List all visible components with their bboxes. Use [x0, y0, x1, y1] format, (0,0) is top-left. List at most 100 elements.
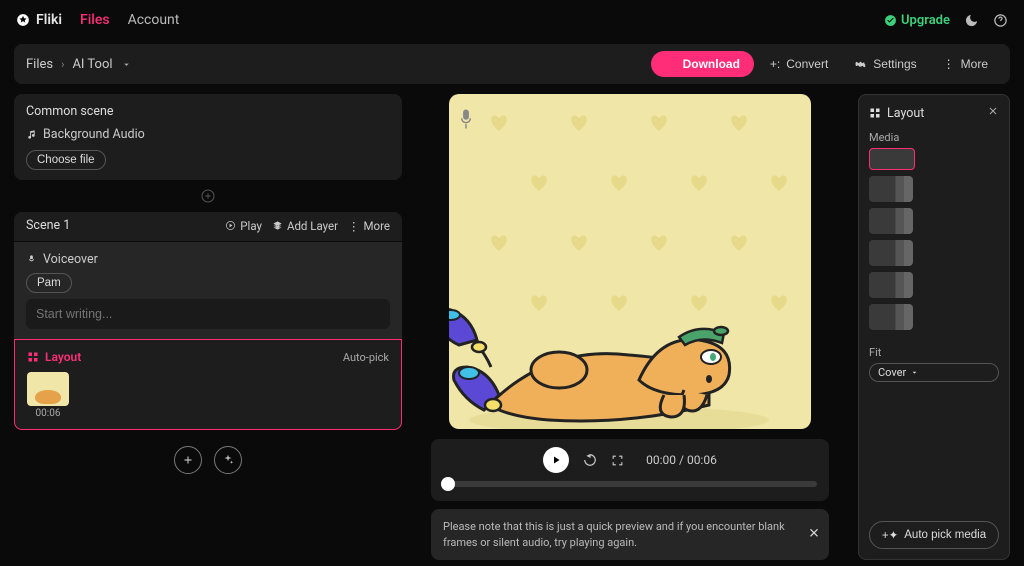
fullscreen-icon: [611, 454, 624, 467]
gear-icon: [854, 58, 867, 71]
auto-pick-media-button[interactable]: +✦ Auto pick media: [869, 521, 999, 549]
settings-button[interactable]: Settings: [844, 51, 926, 77]
preview-notice: Please note that this is just a quick pr…: [431, 509, 829, 560]
convert-label: Convert: [786, 57, 828, 71]
play-button[interactable]: [543, 447, 569, 473]
settings-label: Settings: [873, 57, 916, 71]
restart-button[interactable]: [583, 453, 597, 467]
sparkle-icon: +✦: [882, 528, 898, 542]
timeline-track[interactable]: [443, 481, 817, 487]
thumb-duration: 00:06: [27, 408, 69, 419]
download-icon: [665, 58, 677, 70]
add-layer-button[interactable]: Add Layer: [272, 219, 338, 233]
scene-play-button[interactable]: Play: [225, 219, 262, 233]
media-slot-selected[interactable]: [869, 148, 915, 170]
chevron-down-icon: [910, 368, 919, 377]
convert-button[interactable]: +: Convert: [760, 51, 838, 77]
voiceover-block: Voiceover Pam: [14, 242, 402, 339]
right-column: Layout Media Fit Cover +✦ Auto pick medi…: [858, 94, 1010, 560]
preview-mic-icon: [457, 108, 475, 130]
auto-pick-label: Auto-pick: [343, 351, 389, 364]
scene-more-button[interactable]: ⋮ More: [348, 219, 390, 233]
bg-audio-label: Background Audio: [43, 127, 145, 142]
add-button[interactable]: [174, 446, 202, 474]
layout-panel-close[interactable]: [987, 105, 999, 121]
scene-header: Scene 1 Play Add Layer ⋮ More: [14, 212, 402, 241]
fullscreen-button[interactable]: [611, 454, 624, 467]
layout-panel-title: Layout: [887, 106, 924, 121]
media-slot[interactable]: [869, 176, 913, 202]
layout-thumbnail[interactable]: [27, 372, 69, 406]
nav-files[interactable]: Files: [80, 12, 110, 28]
brand-icon: [16, 13, 30, 27]
video-preview[interactable]: [449, 94, 811, 429]
more-icon: ⋮: [943, 57, 955, 71]
media-slot[interactable]: [869, 240, 913, 266]
breadcrumb: Files › AI Tool: [26, 57, 132, 72]
voice-chip[interactable]: Pam: [26, 273, 72, 293]
notice-text: Please note that this is just a quick pr…: [443, 520, 785, 548]
theme-toggle-icon[interactable]: [964, 13, 979, 28]
notice-close-button[interactable]: [807, 525, 821, 543]
chevron-down-icon[interactable]: [121, 59, 132, 70]
script-input[interactable]: [26, 299, 390, 329]
player-bar: 00:00 / 00:06: [431, 439, 829, 501]
download-label: Download: [683, 57, 740, 71]
background-audio-row: Background Audio: [26, 127, 390, 142]
timecode: 00:00 / 00:06: [646, 453, 717, 467]
timeline-knob[interactable]: [441, 477, 455, 491]
fit-value: Cover: [878, 366, 906, 379]
choose-file-button[interactable]: Choose file: [26, 150, 106, 170]
add-scene-divider[interactable]: [14, 188, 402, 204]
mic-icon: [26, 254, 37, 265]
breadcrumb-root[interactable]: Files: [26, 57, 53, 72]
restart-icon: [583, 453, 597, 467]
auto-pick-media-label: Auto pick media: [904, 529, 986, 541]
plus-circle-icon: [200, 188, 216, 204]
play-circle-icon: [225, 220, 236, 231]
plus-icon: [181, 453, 195, 467]
scene-panel: Scene 1 Play Add Layer ⋮ More: [14, 212, 402, 430]
media-slot[interactable]: [869, 272, 913, 298]
play-icon: [550, 454, 562, 466]
more-label: More: [961, 57, 988, 71]
scene-more-label: More: [364, 219, 391, 233]
scene-label: Scene 1: [26, 218, 70, 233]
subbar: Files › AI Tool Download +: Convert Sett…: [14, 44, 1010, 84]
media-slot[interactable]: [869, 304, 913, 330]
layers-icon: [272, 220, 283, 231]
close-icon: [987, 105, 999, 117]
voiceover-label: Voiceover: [43, 252, 98, 267]
common-scene-title: Common scene: [26, 104, 390, 119]
more-button[interactable]: ⋮ More: [933, 51, 998, 77]
magic-add-button[interactable]: [214, 446, 242, 474]
sparkle-icon: [221, 453, 235, 467]
left-column: Common scene Background Audio Choose fil…: [14, 94, 402, 560]
close-icon: [807, 525, 821, 539]
breadcrumb-current[interactable]: AI Tool: [72, 57, 112, 72]
center-column: 00:00 / 00:06 Please note that this is j…: [422, 94, 838, 560]
media-section-label: Media: [869, 131, 999, 144]
topbar: Fliki Files Account Upgrade: [0, 0, 1024, 40]
add-layer-label: Add Layer: [287, 219, 338, 233]
more-vert-icon: ⋮: [348, 219, 360, 233]
music-note-icon: [26, 129, 37, 140]
upgrade-label: Upgrade: [901, 13, 950, 28]
brand: Fliki: [16, 12, 62, 28]
nav-account[interactable]: Account: [128, 12, 180, 28]
download-button[interactable]: Download: [651, 51, 754, 77]
fit-section-label: Fit: [869, 346, 999, 359]
common-scene-panel: Common scene Background Audio Choose fil…: [14, 94, 402, 180]
layout-card[interactable]: Layout Auto-pick 00:06: [14, 339, 402, 430]
brand-name: Fliki: [36, 12, 62, 28]
media-slot[interactable]: [869, 208, 913, 234]
fit-dropdown[interactable]: Cover: [869, 363, 999, 382]
upgrade-icon: [884, 14, 897, 27]
upgrade-link[interactable]: Upgrade: [884, 13, 950, 28]
layout-icon: [27, 351, 39, 363]
help-icon[interactable]: [993, 13, 1008, 28]
add-buttons-row: [14, 446, 402, 474]
layout-card-label: Layout: [45, 350, 81, 364]
convert-icon: +:: [770, 57, 780, 71]
main: Common scene Background Audio Choose fil…: [0, 94, 1024, 560]
